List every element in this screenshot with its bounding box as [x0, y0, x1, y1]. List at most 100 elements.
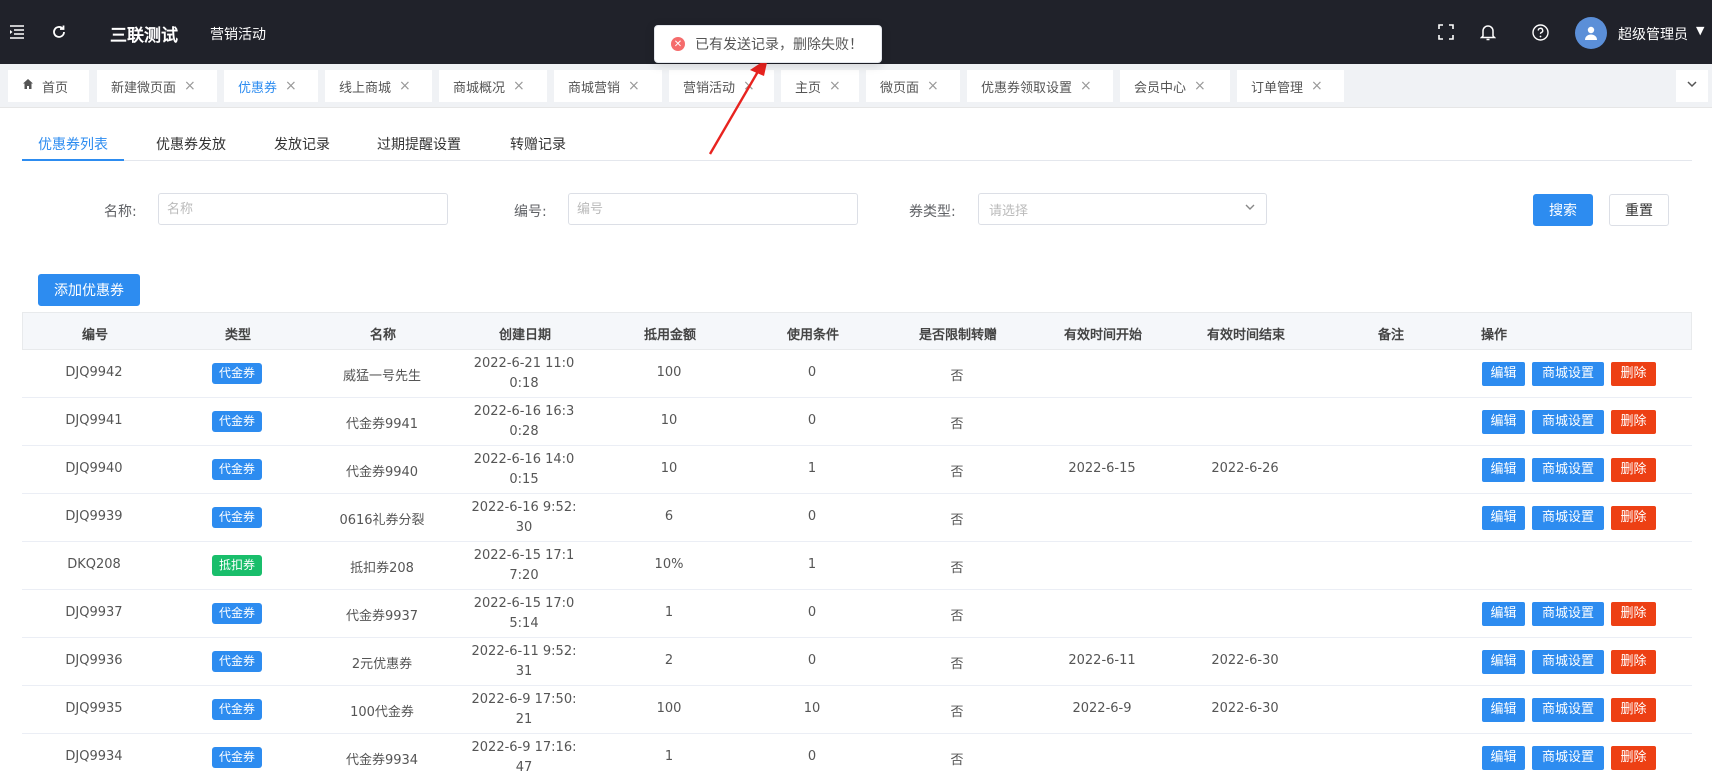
chevron-down-icon: [1686, 78, 1698, 94]
close-icon[interactable]: ×: [1194, 78, 1206, 94]
edit-button[interactable]: 编辑: [1482, 410, 1525, 434]
tab-label: 商城概况: [453, 80, 506, 96]
tab-3[interactable]: 线上商城 ×: [325, 70, 432, 102]
subtab-0[interactable]: 优惠券列表: [38, 134, 108, 154]
coupon-type-tag: 代金券: [211, 411, 263, 432]
code-filter-input[interactable]: [568, 193, 858, 225]
cell-date: 2022-6-16 9:52:30: [471, 500, 577, 535]
edit-button[interactable]: 编辑: [1482, 650, 1525, 674]
cell-name: 代金券9941: [345, 417, 419, 432]
cell-cond: 1: [807, 557, 817, 572]
coupon-type-select[interactable]: 请选择: [978, 193, 1267, 225]
cell-cond: 0: [807, 509, 817, 524]
cell-cond: 0: [807, 365, 817, 380]
top-menu-marketing[interactable]: 营销活动: [210, 24, 266, 44]
delete-button[interactable]: 删除: [1611, 602, 1656, 626]
edit-button[interactable]: 编辑: [1482, 506, 1525, 530]
cell-limit: 否: [950, 417, 964, 432]
delete-button[interactable]: 删除: [1611, 362, 1656, 386]
error-toast: ✕ 已有发送记录，删除失败！: [654, 25, 882, 63]
column-header: 编号: [81, 328, 109, 343]
mall-settings-button[interactable]: 商城设置: [1532, 410, 1604, 434]
tab-label: 新建微页面: [111, 80, 177, 96]
tab-2[interactable]: 优惠券 ×: [224, 70, 318, 102]
column-header: 有效时间开始: [1063, 328, 1143, 343]
annotation-arrow: [708, 58, 768, 155]
column-header: 创建日期: [498, 328, 552, 343]
delete-button[interactable]: 删除: [1611, 506, 1656, 530]
caret-down-icon[interactable]: ▼: [1696, 24, 1704, 37]
page-tabs-bar: 首页 新建微页面 × 优惠券 × 线上商城 × 商城概况 × 商城营销 × 营销活动 × 主页 × 微页面 × 优…: [0, 64, 1712, 108]
user-name[interactable]: 超级管理员: [1618, 24, 1688, 44]
mall-settings-button[interactable]: 商城设置: [1532, 506, 1604, 530]
coupon-type-tag: 代金券: [211, 507, 263, 528]
cell-cond: 10: [803, 701, 821, 716]
table-row: DJQ9940 代金券 代金券9940 2022-6-16 14:00:15 10 1 否 2…: [22, 446, 1692, 494]
close-icon[interactable]: ×: [513, 78, 525, 94]
close-icon[interactable]: ×: [829, 78, 841, 94]
cell-code: DJQ9935: [65, 701, 123, 716]
cell-code: DJQ9940: [65, 461, 123, 476]
close-icon[interactable]: ×: [184, 78, 196, 94]
tab-0[interactable]: 首页: [8, 70, 89, 102]
delete-button[interactable]: 删除: [1611, 410, 1656, 434]
name-filter-input[interactable]: [158, 193, 448, 225]
tab-1[interactable]: 新建微页面 ×: [97, 70, 217, 102]
tab-10[interactable]: 会员中心 ×: [1120, 70, 1230, 102]
search-button[interactable]: 搜索: [1533, 194, 1593, 226]
delete-button[interactable]: 删除: [1611, 698, 1656, 722]
mall-settings-button[interactable]: 商城设置: [1532, 602, 1604, 626]
mall-settings-button[interactable]: 商城设置: [1532, 650, 1604, 674]
column-header: 是否限制转赠: [918, 328, 998, 343]
edit-button[interactable]: 编辑: [1482, 746, 1525, 770]
coupon-type-tag: 代金券: [211, 603, 263, 624]
column-header: 备注: [1377, 328, 1405, 343]
tab-5[interactable]: 商城营销 ×: [554, 70, 662, 102]
fullscreen-icon[interactable]: [1436, 22, 1456, 42]
refresh-icon[interactable]: [49, 22, 69, 42]
subtab-4[interactable]: 转赠记录: [510, 134, 566, 154]
close-icon[interactable]: ×: [628, 78, 640, 94]
close-icon[interactable]: ×: [1311, 78, 1323, 94]
edit-button[interactable]: 编辑: [1482, 458, 1525, 482]
tab-4[interactable]: 商城概况 ×: [439, 70, 547, 102]
subtab-1[interactable]: 优惠券发放: [156, 134, 226, 154]
help-icon[interactable]: [1530, 22, 1550, 42]
close-icon[interactable]: ×: [399, 78, 411, 94]
tab-8[interactable]: 微页面 ×: [866, 70, 960, 102]
avatar[interactable]: [1575, 17, 1607, 49]
mall-settings-button[interactable]: 商城设置: [1532, 698, 1604, 722]
delete-button[interactable]: 删除: [1611, 746, 1656, 770]
cell-limit: 否: [950, 609, 964, 624]
table-row: DJQ9936 代金券 2元优惠券 2022-6-11 9:52:31 2 0 否 2022-…: [22, 638, 1692, 686]
bell-icon[interactable]: [1478, 22, 1498, 42]
cell-code: DJQ9934: [65, 749, 123, 764]
tabs-more-button[interactable]: [1676, 70, 1708, 102]
edit-button[interactable]: 编辑: [1482, 602, 1525, 626]
edit-button[interactable]: 编辑: [1482, 362, 1525, 386]
reset-button[interactable]: 重置: [1609, 194, 1669, 226]
menu-fold-icon[interactable]: [7, 22, 27, 42]
cell-amount: 10%: [654, 557, 684, 572]
subtab-2[interactable]: 发放记录: [274, 134, 330, 154]
add-coupon-button[interactable]: 添加优惠券: [38, 274, 140, 306]
delete-button[interactable]: 删除: [1611, 650, 1656, 674]
edit-button[interactable]: 编辑: [1482, 698, 1525, 722]
tab-11[interactable]: 订单管理 ×: [1237, 70, 1344, 102]
close-icon[interactable]: ×: [285, 78, 297, 94]
tab-label: 会员中心: [1134, 80, 1187, 96]
home-icon: [22, 78, 34, 94]
cell-code: DKQ208: [67, 557, 121, 572]
close-icon[interactable]: ×: [1080, 78, 1092, 94]
tab-7[interactable]: 主页 ×: [781, 70, 859, 102]
close-icon[interactable]: ×: [927, 78, 939, 94]
mall-settings-button[interactable]: 商城设置: [1532, 458, 1604, 482]
tab-9[interactable]: 优惠券领取设置 ×: [967, 70, 1113, 102]
brand-name: 三联测试: [110, 26, 178, 46]
mall-settings-button[interactable]: 商城设置: [1532, 362, 1604, 386]
coupon-type-tag: 代金券: [211, 747, 263, 768]
table-row: DJQ9939 代金券 0616礼券分裂 2022-6-16 9:52:30 6 0 否 编辑…: [22, 494, 1692, 542]
subtab-3[interactable]: 过期提醒设置: [377, 134, 461, 154]
mall-settings-button[interactable]: 商城设置: [1532, 746, 1604, 770]
delete-button[interactable]: 删除: [1611, 458, 1656, 482]
